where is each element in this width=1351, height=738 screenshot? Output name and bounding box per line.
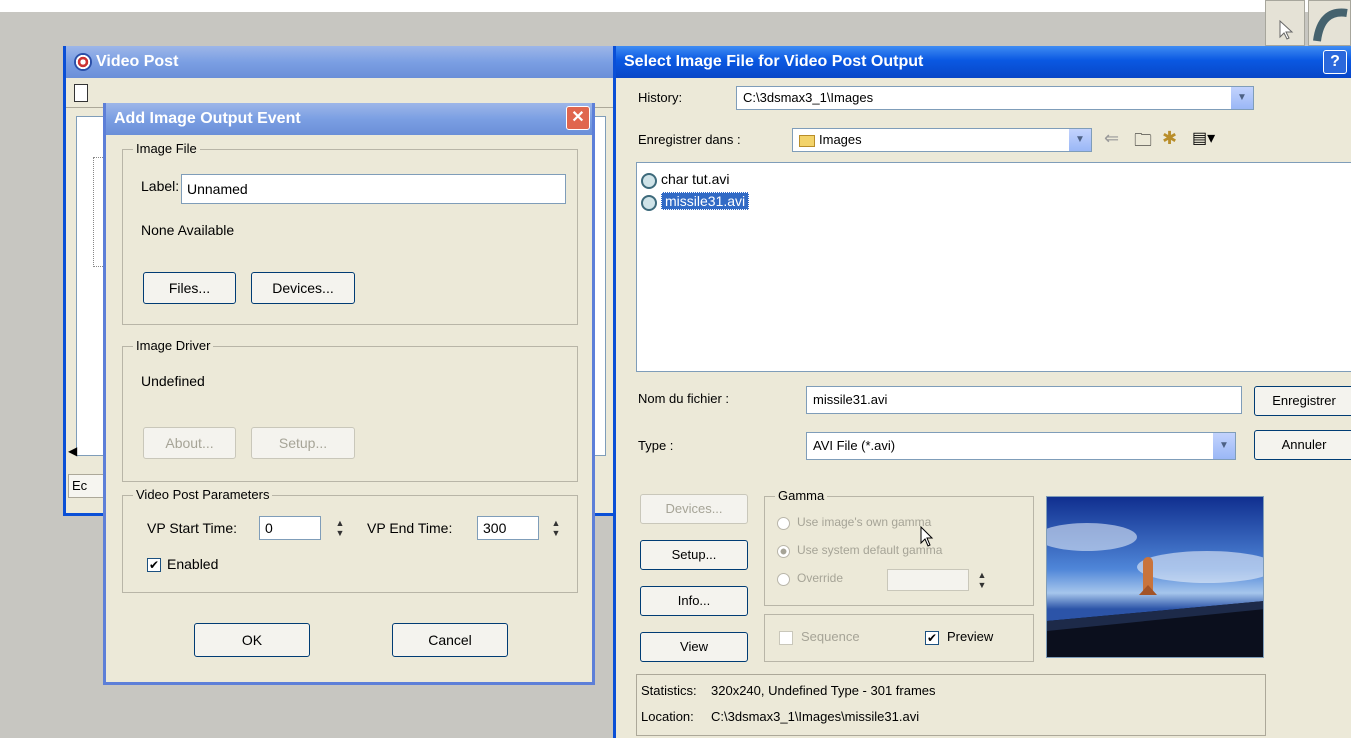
desktop-top-strip [0,0,1351,12]
type-dropdown-icon[interactable]: ▼ [1213,433,1235,459]
vp-parameters-group: Video Post Parameters VP Start Time: 0 ▲… [122,487,578,593]
gamma-own-label: Use image's own gamma [797,515,932,529]
info-button[interactable]: Info... [640,586,748,616]
image-file-group: Image File Label: Unnamed None Available… [122,141,578,325]
enabled-checkbox[interactable]: ✔ [147,558,161,572]
back-arrow-icon[interactable]: ⇐ [1104,128,1119,149]
avi-file-icon [641,173,657,189]
vp-end-caption: VP End Time: [367,520,453,536]
view-menu-icon[interactable]: ▤▾ [1192,128,1215,148]
file-item-char-tut[interactable]: char tut.avi [639,171,729,191]
devices-file-button[interactable]: Devices... [640,494,748,524]
gamma-system-radio[interactable] [777,545,790,558]
label-caption: Label: [141,178,180,194]
setup-file-button[interactable]: Setup... [640,540,748,570]
save-button[interactable]: Enregistrer [1254,386,1351,416]
add-image-output-event-dialog: Add Image Output Event ✕ Image File Labe… [103,103,595,685]
driver-status: Undefined [141,373,205,389]
new-sequence-icon[interactable] [74,84,88,102]
gamma-group: Gamma Use image's own gamma Use system d… [764,488,1034,606]
history-caption: History: [638,90,683,105]
toolbar-cursor-icon[interactable] [1265,0,1305,46]
image-driver-legend: Image Driver [133,338,214,353]
preview-render-image [1047,523,1263,657]
select-file-title: Select Image File for Video Post Output [624,53,924,70]
avi-file-icon [641,195,657,211]
location-value: C:\3dsmax3_1\Images\missile31.avi [711,709,920,724]
type-value: AVI File (*.avi) [813,438,896,453]
gamma-own-radio[interactable] [777,517,790,530]
filename-caption: Nom du fichier : [638,391,730,406]
image-driver-group: Image Driver Undefined About... Setup... [122,338,578,482]
vp-start-spinner[interactable]: ▲ ▼ [333,518,347,540]
history-value: C:\3dsmax3_1\Images [743,90,874,105]
filename-input[interactable]: missile31.avi [806,386,1242,414]
select-file-titlebar: Select Image File for Video Post Output [616,46,1351,78]
enabled-label: Enabled [167,556,219,572]
ok-button[interactable]: OK [194,623,310,657]
new-folder-icon[interactable]: ✱ [1162,128,1177,149]
toolbar-curve-icon[interactable] [1308,0,1351,46]
statistics-value: 320x240, Undefined Type - 301 frames [711,683,936,698]
history-dropdown-icon[interactable]: ▼ [1231,87,1253,109]
vp-parameters-legend: Video Post Parameters [133,487,273,502]
sequence-label: Sequence [801,629,860,644]
type-combo[interactable]: AVI File (*.avi) ▼ [806,432,1236,460]
history-combo[interactable]: C:\3dsmax3_1\Images ▼ [736,86,1254,110]
gamma-legend: Gamma [775,488,828,503]
video-post-title: Video Post [96,53,179,70]
label-input[interactable]: Unnamed [181,174,566,204]
preview-thumbnail [1046,496,1264,658]
file-name: missile31.avi [661,192,750,210]
gamma-override-radio[interactable] [777,573,790,586]
location-caption: Location: [641,709,694,724]
image-file-legend: Image File [133,141,200,156]
save-in-caption: Enregistrer dans : [638,132,741,147]
vp-start-input[interactable]: 0 [259,516,321,540]
add-event-close-button[interactable]: ✕ [566,106,590,130]
up-folder-icon[interactable]: 🗀 [1134,128,1152,158]
image-file-status: None Available [141,222,235,238]
add-event-cancel-button[interactable]: Cancel [392,623,508,657]
about-button[interactable]: About... [143,427,236,459]
files-button[interactable]: Files... [143,272,236,304]
type-caption: Type : [638,438,674,453]
file-name: char tut.avi [661,171,730,187]
preview-label: Preview [947,629,994,644]
statistics-caption: Statistics: [641,683,697,698]
scroll-left-arrow[interactable]: ◀ [68,444,82,466]
folder-icon [799,134,815,147]
add-event-titlebar: Add Image Output Event [106,103,592,135]
video-post-app-icon [74,52,92,71]
gamma-override-input[interactable] [887,569,969,591]
save-in-value: Images [819,132,862,147]
sequence-preview-group: Sequence ✔ Preview [764,614,1034,662]
file-item-missile31[interactable]: missile31.avi [639,192,750,213]
mouse-cursor-icon [920,525,936,548]
gamma-override-spinner[interactable]: ▲ ▼ [975,570,989,592]
setup-button[interactable]: Setup... [251,427,355,459]
dialog-cancel-button[interactable]: Annuler [1254,430,1351,460]
vp-end-input[interactable]: 300 [477,516,539,540]
vp-start-caption: VP Start Time: [147,520,237,536]
help-button[interactable]: ? [1323,50,1347,74]
preview-checkbox[interactable]: ✔ [925,631,939,645]
select-image-file-dialog: Select Image File for Video Post Output … [613,46,1351,738]
save-in-combo[interactable]: Images ▼ [792,128,1092,152]
view-button[interactable]: View [640,632,748,662]
save-in-dropdown-icon[interactable]: ▼ [1069,129,1091,151]
file-list[interactable]: char tut.avi missile31.avi [636,162,1351,372]
vp-end-spinner[interactable]: ▲ ▼ [549,518,563,540]
devices-button[interactable]: Devices... [251,272,355,304]
video-post-titlebar: Video Post [66,46,620,78]
gamma-override-label: Override [797,571,844,585]
file-info-panel: Statistics: 320x240, Undefined Type - 30… [636,674,1266,736]
sequence-checkbox[interactable] [779,631,793,645]
video-post-edit-field[interactable]: Ec [68,474,104,498]
add-event-title: Add Image Output Event [114,110,301,127]
